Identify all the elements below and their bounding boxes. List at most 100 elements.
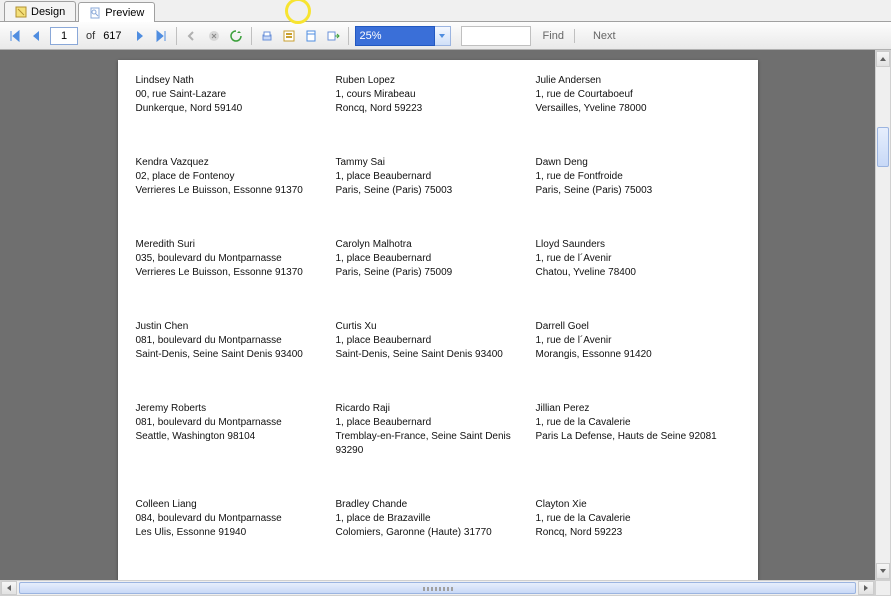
record-row: Jeremy Roberts081, boulevard du Montparn… bbox=[136, 402, 740, 458]
person-name: Tammy Sai bbox=[336, 156, 536, 170]
address-line2: Morangis, Essonne 91420 bbox=[536, 348, 736, 362]
page-input[interactable] bbox=[50, 27, 78, 45]
address-line1: 1, place Beaubernard bbox=[336, 416, 536, 430]
scroll-track[interactable] bbox=[17, 581, 858, 595]
first-page-button[interactable] bbox=[6, 27, 24, 45]
address-card: Clayton Xie1, rue de la CavalerieRoncq, … bbox=[536, 498, 736, 540]
person-name: Ruben Lopez bbox=[336, 74, 536, 88]
person-name: Lindsey Nath bbox=[136, 74, 336, 88]
scroll-thumb[interactable] bbox=[19, 582, 856, 594]
report-viewport[interactable]: Lindsey Nath00, rue Saint-LazareDunkerqu… bbox=[0, 50, 875, 580]
address-card: Dawn Deng1, rue de FontfroideParis, Sein… bbox=[536, 156, 736, 198]
tab-preview[interactable]: Preview bbox=[78, 2, 155, 22]
address-card: Carolyn Malhotra1, place BeaubernardPari… bbox=[336, 238, 536, 280]
person-name: Jillian Perez bbox=[536, 402, 736, 416]
zoom-select[interactable]: 25% bbox=[355, 26, 435, 46]
person-name: Jeremy Roberts bbox=[136, 402, 336, 416]
find-next-button[interactable]: Next bbox=[593, 30, 616, 42]
separator bbox=[574, 29, 575, 43]
address-line2: Tremblay-en-France, Seine Saint Denis 93… bbox=[336, 430, 536, 458]
prev-page-button[interactable] bbox=[28, 27, 46, 45]
address-line2: Roncq, Nord 59223 bbox=[336, 102, 536, 116]
record-row: Colleen Liang084, boulevard du Montparna… bbox=[136, 498, 740, 540]
find-input[interactable] bbox=[461, 26, 531, 46]
scroll-down-button[interactable] bbox=[876, 563, 890, 579]
address-line1: 1, place de Brazaville bbox=[336, 512, 536, 526]
tab-design[interactable]: Design bbox=[4, 1, 76, 21]
address-line2: Colomiers, Garonne (Haute) 31770 bbox=[336, 526, 536, 540]
address-line1: 1, place Beaubernard bbox=[336, 334, 536, 348]
person-name: Ricardo Raji bbox=[336, 402, 536, 416]
address-card: Kendra Vazquez02, place de FontenoyVerri… bbox=[136, 156, 336, 198]
address-card: Lloyd Saunders1, rue de l´AvenirChatou, … bbox=[536, 238, 736, 280]
refresh-button[interactable] bbox=[227, 27, 245, 45]
address-card: Bradley Chande1, place de BrazavilleColo… bbox=[336, 498, 536, 540]
address-line1: 084, boulevard du Montparnasse bbox=[136, 512, 336, 526]
record-row: Lindsey Nath00, rue Saint-LazareDunkerqu… bbox=[136, 74, 740, 116]
address-card: Darrell Goel1, rue de l´AvenirMorangis, … bbox=[536, 320, 736, 362]
address-line1: 081, boulevard du Montparnasse bbox=[136, 334, 336, 348]
page-setup-button[interactable] bbox=[302, 27, 320, 45]
address-line2: Saint-Denis, Seine Saint Denis 93400 bbox=[336, 348, 536, 362]
find-button[interactable]: Find bbox=[543, 30, 564, 42]
address-card: Tammy Sai1, place BeaubernardParis, Sein… bbox=[336, 156, 536, 198]
address-card: Jeremy Roberts081, boulevard du Montparn… bbox=[136, 402, 336, 458]
address-line2: Verrieres Le Buisson, Essonne 91370 bbox=[136, 266, 336, 280]
address-card: Justin Chen081, boulevard du Montparnass… bbox=[136, 320, 336, 362]
address-card: Ricardo Raji1, place BeaubernardTremblay… bbox=[336, 402, 536, 458]
total-pages: 617 bbox=[103, 30, 121, 42]
person-name: Meredith Suri bbox=[136, 238, 336, 252]
address-line2: Dunkerque, Nord 59140 bbox=[136, 102, 336, 116]
address-line2: Chatou, Yveline 78400 bbox=[536, 266, 736, 280]
address-card: Curtis Xu1, place BeaubernardSaint-Denis… bbox=[336, 320, 536, 362]
scroll-corner bbox=[875, 580, 891, 596]
address-line1: 1, rue de la Cavalerie bbox=[536, 512, 736, 526]
stop-button[interactable] bbox=[205, 27, 223, 45]
address-line2: Paris La Defense, Hauts de Seine 92081 bbox=[536, 430, 736, 444]
person-name: Clayton Xie bbox=[536, 498, 736, 512]
zoom-dropdown-button[interactable] bbox=[435, 26, 451, 46]
scroll-right-button[interactable] bbox=[858, 581, 874, 595]
address-line1: 1, place Beaubernard bbox=[336, 170, 536, 184]
toolbar: of 617 25% Find Next bbox=[0, 22, 891, 50]
person-name: Kendra Vazquez bbox=[136, 156, 336, 170]
scroll-thumb[interactable] bbox=[877, 127, 889, 167]
address-line2: Les Ulis, Essonne 91940 bbox=[136, 526, 336, 540]
address-line2: Roncq, Nord 59223 bbox=[536, 526, 736, 540]
scroll-up-button[interactable] bbox=[876, 51, 890, 67]
address-line1: 00, rue Saint-Lazare bbox=[136, 88, 336, 102]
address-card: Jillian Perez1, rue de la CavalerieParis… bbox=[536, 402, 736, 458]
export-button[interactable] bbox=[324, 27, 342, 45]
address-line1: 1, rue de Fontfroide bbox=[536, 170, 736, 184]
address-line2: Versailles, Yveline 78000 bbox=[536, 102, 736, 116]
separator bbox=[251, 27, 252, 45]
person-name: Curtis Xu bbox=[336, 320, 536, 334]
address-line2: Seattle, Washington 98104 bbox=[136, 430, 336, 444]
address-line1: 035, boulevard du Montparnasse bbox=[136, 252, 336, 266]
tab-bar: Design Preview bbox=[0, 0, 891, 22]
scroll-track[interactable] bbox=[876, 67, 890, 563]
print-button[interactable] bbox=[258, 27, 276, 45]
person-name: Lloyd Saunders bbox=[536, 238, 736, 252]
back-button[interactable] bbox=[183, 27, 201, 45]
address-line1: 02, place de Fontenoy bbox=[136, 170, 336, 184]
grip-icon bbox=[423, 587, 453, 591]
tab-preview-label: Preview bbox=[105, 7, 144, 19]
address-line1: 081, boulevard du Montparnasse bbox=[136, 416, 336, 430]
address-line2: Paris, Seine (Paris) 75009 bbox=[336, 266, 536, 280]
last-page-button[interactable] bbox=[152, 27, 170, 45]
print-layout-button[interactable] bbox=[280, 27, 298, 45]
design-icon bbox=[15, 6, 27, 18]
person-name: Bradley Chande bbox=[336, 498, 536, 512]
zoom-value: 25% bbox=[360, 30, 382, 42]
horizontal-scrollbar[interactable] bbox=[0, 580, 875, 596]
vertical-scrollbar[interactable] bbox=[875, 50, 891, 580]
person-name: Carolyn Malhotra bbox=[336, 238, 536, 252]
address-line1: 1, rue de l´Avenir bbox=[536, 334, 736, 348]
person-name: Dawn Deng bbox=[536, 156, 736, 170]
separator bbox=[348, 27, 349, 45]
scroll-left-button[interactable] bbox=[1, 581, 17, 595]
next-page-button[interactable] bbox=[130, 27, 148, 45]
address-line1: 1, place Beaubernard bbox=[336, 252, 536, 266]
address-card: Colleen Liang084, boulevard du Montparna… bbox=[136, 498, 336, 540]
